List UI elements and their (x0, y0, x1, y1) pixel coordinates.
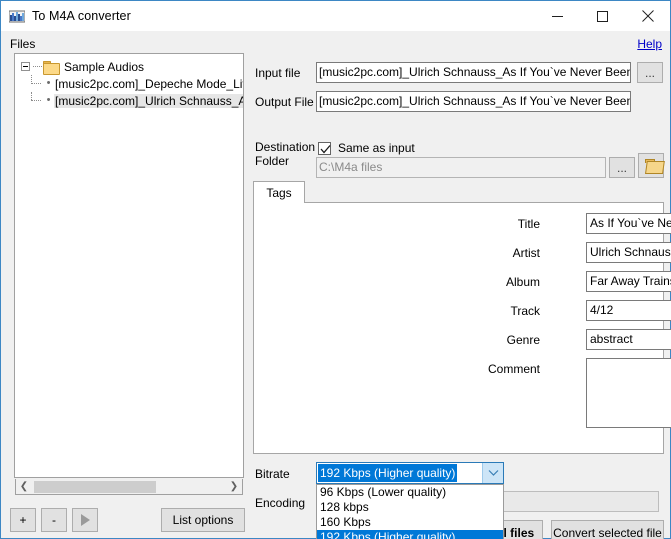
tags-panel: Title As If You`ve Never Been Away Artis… (253, 202, 671, 454)
scroll-right-icon[interactable]: ❯ (226, 480, 242, 494)
close-button[interactable] (625, 1, 670, 31)
output-file-label: Output File (255, 95, 314, 109)
remove-file-button[interactable]: - (41, 508, 67, 532)
destination-folder-label-line1: Destination (255, 140, 316, 154)
maximize-button[interactable] (580, 1, 625, 31)
tree-horizontal-scrollbar[interactable]: ❮ ❯ (15, 479, 243, 495)
bitrate-selected-value: 192 Kbps (Higher quality) (318, 464, 458, 482)
chevron-down-icon[interactable] (482, 463, 503, 483)
encoding-progress-field (499, 491, 659, 512)
title-label: Title (517, 217, 540, 231)
destination-folder-label-line2: Folder (255, 154, 290, 168)
bitrate-option[interactable]: 160 Kbps (317, 515, 503, 530)
input-file-field[interactable]: [music2pc.com]_Ulrich Schnauss_As If You… (316, 62, 631, 83)
play-icon (80, 514, 90, 526)
track-label: Track (510, 304, 540, 318)
files-tree[interactable]: Sample Audios • [music2pc.com]_Depeche M… (14, 53, 244, 478)
tree-item-label-selected: [music2pc.com]_Ulrich Schnauss_A (54, 93, 243, 108)
tab-tags[interactable]: Tags (253, 181, 305, 203)
album-label: Album (505, 275, 540, 289)
add-file-button[interactable]: + (10, 508, 36, 532)
window-controls (535, 1, 670, 31)
client-area: Files Help Sample Audios • [music2pc.com… (1, 31, 671, 539)
scrollbar-thumb[interactable] (34, 480, 156, 493)
tree-root-label: Sample Audios (64, 59, 145, 74)
artist-field[interactable]: Ulrich Schnauss (586, 242, 671, 263)
input-browse-button[interactable]: ... (637, 62, 663, 83)
tree-item[interactable]: • [music2pc.com]_Depeche Mode_Lit (15, 75, 243, 92)
same-as-input-checkbox[interactable] (318, 142, 331, 155)
collapse-icon[interactable] (21, 62, 30, 71)
bitrate-option[interactable]: 128 kbps (317, 500, 503, 515)
files-label: Files (10, 37, 36, 51)
input-file-label: Input file (255, 66, 301, 80)
bullet-icon: • (46, 94, 51, 106)
bitrate-label: Bitrate (255, 467, 290, 481)
help-link[interactable]: Help (637, 37, 662, 51)
maximize-icon (597, 10, 608, 22)
minimize-icon (552, 15, 563, 17)
destination-browse-button[interactable]: ... (609, 157, 635, 178)
bitrate-combobox[interactable]: 192 Kbps (Higher quality) (316, 462, 504, 484)
same-as-input-label: Same as input (338, 141, 415, 155)
convert-selected-file-button[interactable]: Convert selected file (551, 520, 664, 539)
bitrate-option[interactable]: 96 Kbps (Lower quality) (317, 485, 503, 500)
tree-item-label: [music2pc.com]_Depeche Mode_Lit (55, 76, 244, 91)
destination-folder-field[interactable]: C:\M4a files (316, 157, 606, 178)
genre-label: Genre (506, 333, 540, 347)
minimize-button[interactable] (535, 1, 580, 31)
bullet-icon: • (46, 77, 51, 89)
output-file-field[interactable]: [music2pc.com]_Ulrich Schnauss_As If You… (316, 91, 631, 112)
play-button[interactable] (72, 508, 98, 532)
artist-label: Artist (512, 246, 540, 260)
album-field[interactable]: Far Away Trains Passing By (586, 271, 671, 292)
folder-icon (43, 60, 60, 75)
title-field[interactable]: As If You`ve Never Been Away (586, 213, 671, 234)
tree-line (29, 92, 43, 109)
encoding-label: Encoding (255, 496, 306, 510)
bitrate-option-selected[interactable]: 192 Kbps (Higher quality) (317, 530, 503, 539)
scrollbar-track[interactable] (32, 480, 226, 494)
open-folder-icon (645, 159, 657, 172)
tree-root-row[interactable]: Sample Audios (15, 58, 243, 75)
track-field[interactable]: 4/12 (586, 300, 671, 321)
tree-item[interactable]: • [music2pc.com]_Ulrich Schnauss_A (15, 92, 243, 109)
close-icon (641, 10, 654, 22)
comment-field[interactable] (586, 358, 671, 428)
bitrate-dropdown-list[interactable]: 96 Kbps (Lower quality) 128 kbps 160 Kbp… (316, 484, 504, 539)
open-destination-folder-button[interactable] (638, 153, 664, 178)
scroll-left-icon[interactable]: ❮ (16, 480, 32, 494)
checkmark-icon (320, 145, 331, 154)
genre-field[interactable]: abstract (586, 329, 671, 350)
title-bar: To M4A converter (1, 1, 670, 31)
window-title: To M4A converter (32, 9, 131, 23)
list-options-button[interactable]: List options (161, 508, 245, 532)
tree-line (33, 66, 42, 67)
app-icon (8, 8, 26, 24)
comment-label: Comment (487, 362, 540, 376)
tree-line (29, 75, 43, 92)
